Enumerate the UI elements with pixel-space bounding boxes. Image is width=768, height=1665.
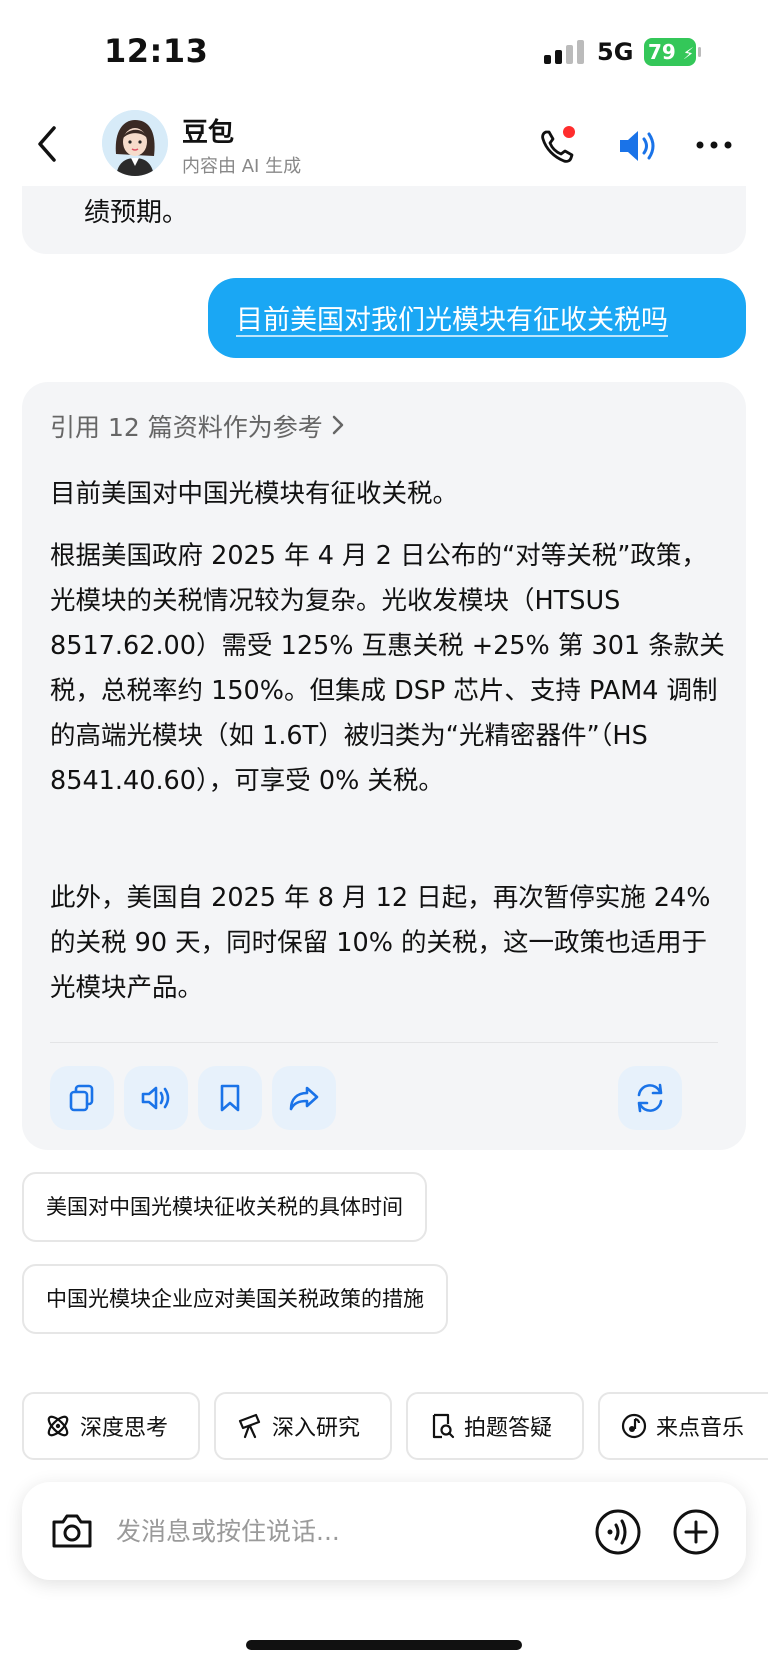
battery-indicator: 79 ⚡ — [644, 38, 701, 66]
message-composer — [22, 1482, 746, 1580]
back-icon[interactable] — [30, 122, 66, 166]
avatar[interactable] — [102, 110, 168, 176]
suggested-question[interactable]: 美国对中国光模块征收关税的具体时间 — [22, 1172, 427, 1242]
chat-title: 豆包 — [182, 118, 235, 148]
home-indicator — [246, 1640, 522, 1650]
suggested-question[interactable]: 中国光模块企业应对美国关税政策的措施 — [22, 1264, 448, 1334]
message-input[interactable] — [116, 1506, 536, 1556]
notification-dot — [563, 126, 575, 138]
regenerate-button[interactable] — [618, 1066, 682, 1130]
voice-input-icon[interactable] — [594, 1508, 642, 1556]
copy-button[interactable] — [50, 1066, 114, 1130]
user-message-bubble[interactable]: 目前美国对我们光模块有征收关税吗 — [208, 278, 746, 358]
status-time: 12:13 — [104, 32, 209, 70]
music-note-icon — [621, 1413, 647, 1439]
tool-music[interactable]: 来点音乐 — [598, 1392, 768, 1460]
regenerate-icon — [637, 1083, 663, 1113]
speaker-on-icon[interactable] — [614, 124, 660, 168]
plus-icon[interactable] — [672, 1508, 720, 1556]
share-button[interactable] — [272, 1066, 336, 1130]
read-aloud-button[interactable] — [124, 1066, 188, 1130]
tool-deep-research[interactable]: 深入研究 — [214, 1392, 392, 1460]
copy-icon — [69, 1084, 94, 1112]
bot-message-previous: 绩预期。 — [22, 186, 746, 254]
message-text: 绩预期。 — [84, 198, 189, 228]
user-message-text: 目前美国对我们光模块有征收关税吗 — [236, 305, 668, 336]
answer-paragraph: 根据美国政府 2025 年 4 月 2 日公布的“对等关税”政策，光模块的关税情… — [50, 541, 725, 796]
cellular-signal-icon — [544, 40, 586, 64]
divider — [50, 1042, 718, 1043]
answer-paragraph: 目前美国对中国光模块有征收关税。 — [50, 479, 459, 509]
avatar-portrait-icon — [102, 110, 168, 176]
tool-label: 深度思考 — [80, 1416, 169, 1441]
more-icon[interactable] — [692, 130, 736, 160]
camera-icon[interactable] — [48, 1508, 96, 1554]
tool-label: 深入研究 — [272, 1416, 361, 1441]
speaker-icon — [141, 1086, 170, 1110]
atom-icon — [47, 1415, 69, 1437]
bot-answer-card: 引用 12 篇资料作为参考 目前美国对中国光模块有征收关税。 根据美国政府 20… — [22, 382, 746, 1150]
network-type: 5G — [597, 38, 634, 66]
document-search-icon — [432, 1413, 455, 1439]
references-label: 引用 12 篇资料作为参考 — [50, 413, 323, 442]
battery-level: 79 — [648, 40, 676, 64]
chat-subtitle: 内容由 AI 生成 — [182, 156, 302, 177]
share-icon — [289, 1086, 319, 1111]
tool-photo-question[interactable]: 拍题答疑 — [406, 1392, 584, 1460]
bookmark-button[interactable] — [198, 1066, 262, 1130]
chevron-right-icon — [332, 415, 343, 435]
tool-deep-thinking[interactable]: 深度思考 — [22, 1392, 200, 1460]
tool-label: 来点音乐 — [656, 1416, 745, 1441]
bookmark-icon — [220, 1084, 240, 1112]
telescope-icon — [238, 1413, 261, 1439]
references-link[interactable]: 引用 12 篇资料作为参考 — [50, 408, 345, 444]
answer-paragraph: 此外，美国自 2025 年 8 月 12 日起，再次暂停实施 24% 的关税 9… — [50, 883, 711, 1003]
charging-bolt-icon: ⚡ — [682, 44, 695, 63]
chat-header: 豆包 内容由 AI 生成 — [0, 100, 768, 186]
tool-label: 拍题答疑 — [464, 1416, 553, 1441]
status-bar: 12:13 5G 79 ⚡ — [0, 0, 768, 100]
